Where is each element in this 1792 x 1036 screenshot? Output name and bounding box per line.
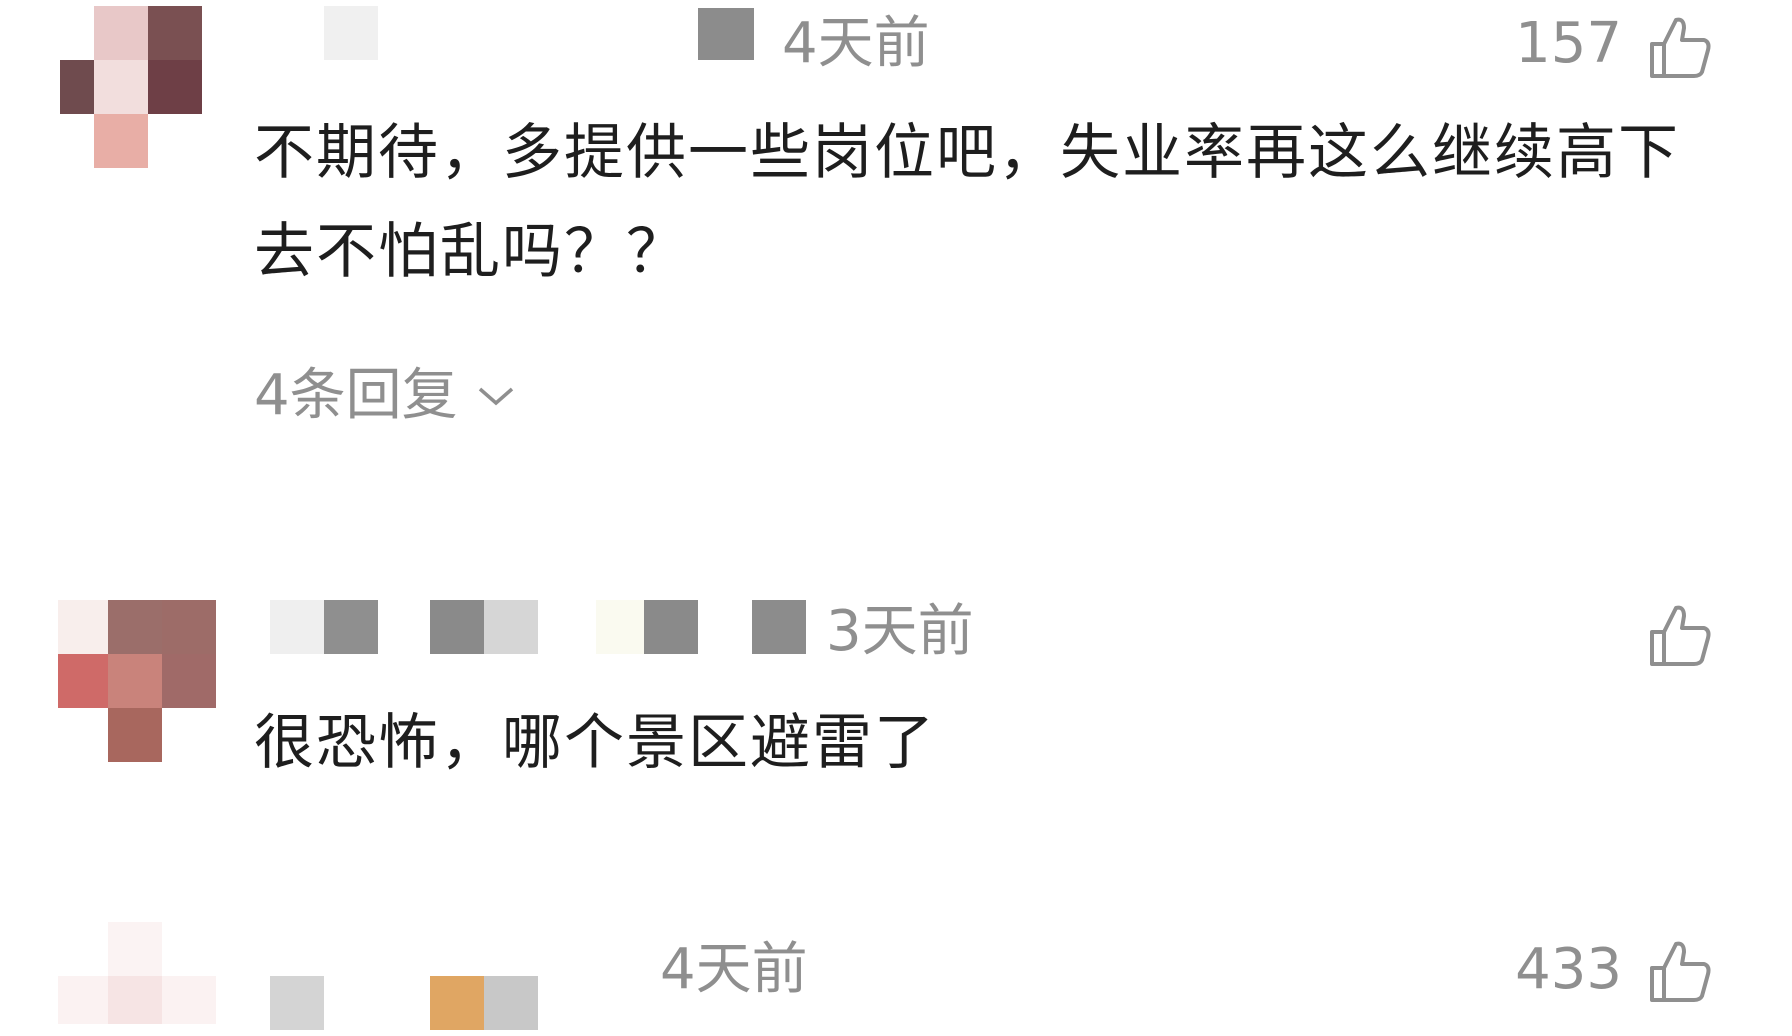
avatar[interactable]	[58, 922, 218, 1024]
like-count: 433	[1515, 937, 1622, 1002]
avatar[interactable]	[58, 600, 218, 780]
comment-time: 4天前	[660, 937, 808, 1002]
chevron-down-icon	[476, 383, 516, 409]
comment-text: 不期待，多提供一些岗位吧，失业率再这么继续高下去不怕乱吗？？	[254, 118, 1680, 287]
comment-item: 4天前 433	[0, 920, 1792, 1030]
like-count: 157	[1515, 11, 1622, 76]
avatar[interactable]	[60, 6, 220, 186]
view-replies-button[interactable]: 4条回复	[254, 368, 516, 424]
replies-label: 4条回复	[254, 363, 458, 428]
comment-item: 3天前 很恐怖，哪个景区避雷了	[0, 590, 1792, 920]
thumbs-up-icon[interactable]	[1646, 938, 1714, 1006]
comment-time: 3天前	[826, 599, 974, 664]
comment-item: 4天前 157 不期待，多提供一些岗位吧，失业率再这么继续高下去不怕乱吗？？ 4…	[0, 0, 1792, 560]
comment-text: 很恐怖，哪个景区避雷了	[254, 708, 936, 778]
username-redacted[interactable]	[258, 6, 858, 66]
thumbs-up-icon[interactable]	[1646, 14, 1714, 82]
username-redacted[interactable]	[258, 600, 838, 660]
username-redacted[interactable]	[258, 976, 678, 1036]
thumbs-up-icon[interactable]	[1646, 602, 1714, 670]
comment-time: 4天前	[782, 11, 930, 76]
